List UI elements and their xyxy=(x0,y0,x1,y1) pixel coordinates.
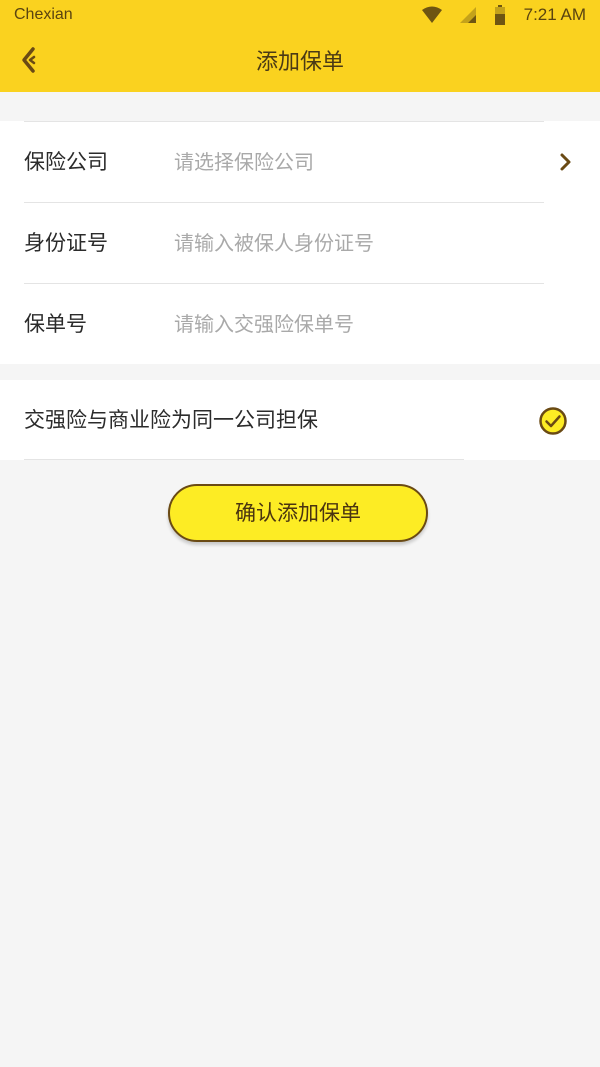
id-number-input[interactable] xyxy=(174,203,534,283)
insurance-company-label: 保险公司 xyxy=(24,150,108,174)
id-number-label: 身份证号 xyxy=(24,231,108,255)
status-icons: 7:21 AM xyxy=(421,4,586,26)
signal-icon xyxy=(458,6,478,24)
policy-number-row: 保单号 xyxy=(0,284,600,364)
same-company-label: 交强险与商业险为同一公司担保 xyxy=(24,408,318,432)
divider xyxy=(24,459,464,460)
confirm-add-policy-button[interactable]: 确认添加保单 xyxy=(168,484,428,542)
nav-bar: 添加保单 xyxy=(0,34,600,92)
page-title: 添加保单 xyxy=(255,50,344,75)
insurance-company-row[interactable]: 保险公司 请选择保险公司 xyxy=(0,122,600,202)
policy-form-card: 保险公司 请选择保险公司 身份证号 保单号 xyxy=(0,121,600,364)
agreement-card[interactable]: 交强险与商业险为同一公司担保 xyxy=(0,380,600,460)
status-time: 7:21 AM xyxy=(523,5,586,24)
app-header: Chexian 7:21 AM 添加保单 xyxy=(0,0,600,92)
insurance-company-select[interactable]: 请选择保险公司 xyxy=(174,122,534,202)
id-number-row: 身份证号 xyxy=(0,203,600,283)
status-bar: Chexian 7:21 AM xyxy=(0,0,600,32)
check-circle-icon[interactable] xyxy=(538,406,568,436)
battery-icon xyxy=(494,5,506,25)
chevron-right-icon xyxy=(558,152,574,172)
policy-number-input[interactable] xyxy=(174,284,534,364)
policy-number-label: 保单号 xyxy=(24,312,87,336)
wifi-icon xyxy=(421,6,442,24)
carrier-name: Chexian xyxy=(14,6,73,23)
